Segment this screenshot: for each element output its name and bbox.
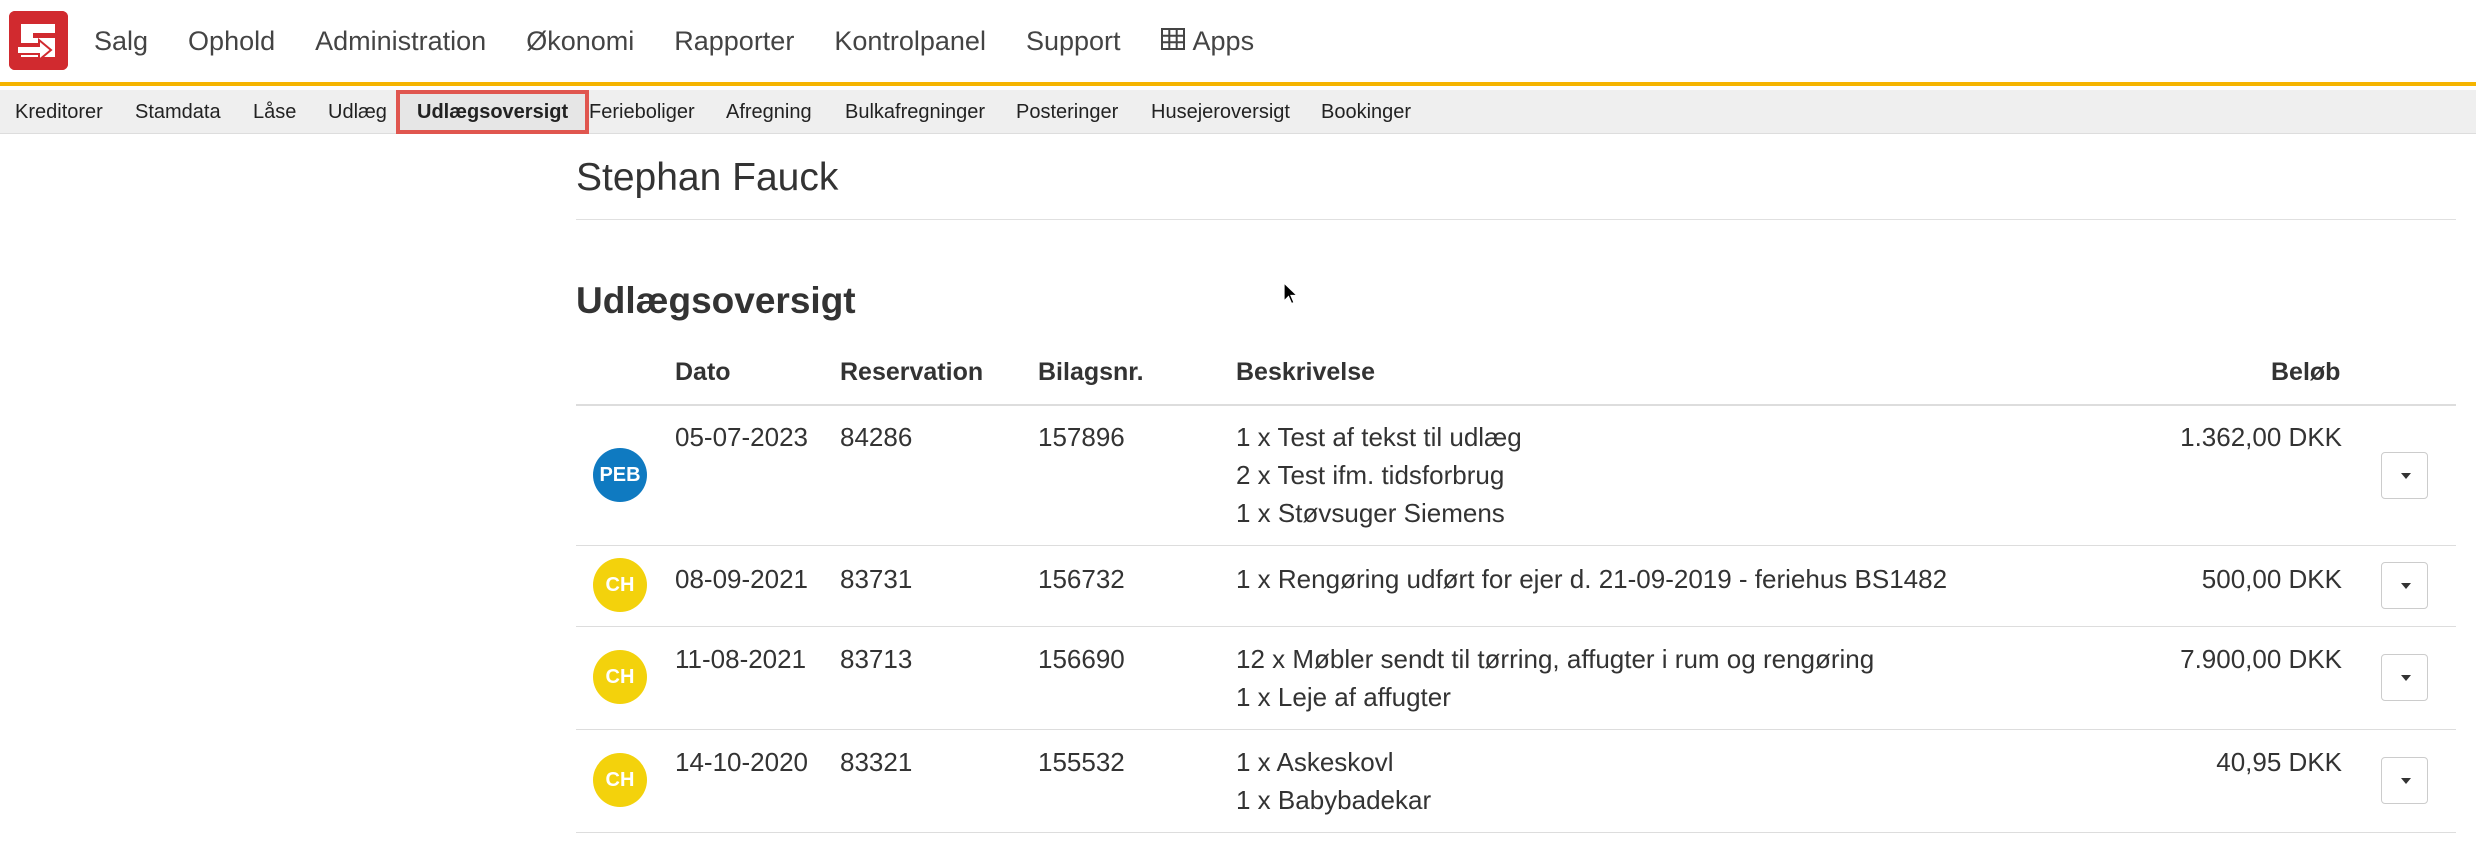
- cell-beskrivelse: 1 x Test af tekst til udlæg 2 x Test ifm…: [1236, 418, 1522, 532]
- cell-bilagsnr: 157896: [1038, 422, 1125, 452]
- cell-dato: 05-07-2023: [675, 422, 808, 452]
- description-line: 1 x Rengøring udført for ejer d. 21-09-2…: [1236, 564, 1948, 594]
- mouse-cursor-icon: [1283, 281, 1299, 311]
- column-header-beskrivelse: Beskrivelse: [1236, 358, 1376, 386]
- description-line: 12 x Møbler sendt til tørring, affugter …: [1236, 644, 1875, 674]
- subnav-item-udlaegsoversigt[interactable]: Udlægsoversigt: [396, 90, 590, 134]
- subnav-item-lase[interactable]: Låse: [253, 90, 296, 134]
- cell-dato: 08-09-2021: [675, 564, 808, 594]
- subnav-item-posteringer[interactable]: Posteringer: [1016, 90, 1118, 134]
- cell-reservation[interactable]: 84286: [840, 418, 912, 456]
- row-divider: [576, 832, 2456, 833]
- description-line: 1 x Støvsuger Siemens: [1236, 498, 1505, 528]
- menu-item-administration[interactable]: Administration: [315, 26, 486, 57]
- column-header-bilagsnr: Bilagsnr.: [1038, 358, 1144, 386]
- caret-down-icon: [2401, 583, 2411, 589]
- cell-beskrivelse: 1 x Rengøring udført for ejer d. 21-09-2…: [1236, 560, 1947, 598]
- table-header-divider: [576, 404, 2456, 406]
- menu-item-salg[interactable]: Salg: [94, 26, 148, 57]
- cell-reservation[interactable]: 83713: [840, 640, 912, 678]
- description-line: 1 x Askeskovl: [1236, 747, 1394, 777]
- subnav-item-ferieboliger[interactable]: Ferieboliger: [589, 90, 695, 134]
- avatar: CH: [593, 650, 647, 704]
- apps-label: Apps: [1192, 25, 1255, 56]
- cell-belob: 7.900,00 DKK: [2180, 644, 2342, 674]
- column-header-reservation: Reservation: [840, 358, 984, 386]
- row-divider: [576, 729, 2456, 730]
- menu-item-rapporter[interactable]: Rapporter: [674, 26, 794, 57]
- description-line: 1 x Leje af affugter: [1236, 682, 1451, 712]
- cell-beskrivelse: 1 x Askeskovl 1 x Babybadekar: [1236, 743, 1431, 819]
- cell-reservation[interactable]: 83731: [840, 560, 912, 598]
- main-menu: Salg Ophold Administration Økonomi Rappo…: [94, 0, 1294, 82]
- brand-logo[interactable]: [9, 11, 68, 70]
- caret-down-icon: [2401, 778, 2411, 784]
- menu-item-ophold[interactable]: Ophold: [188, 26, 275, 57]
- description-line: 1 x Babybadekar: [1236, 785, 1432, 815]
- grid-icon: [1160, 26, 1185, 57]
- subnav-item-afregning[interactable]: Afregning: [726, 90, 812, 134]
- avatar: CH: [593, 753, 647, 807]
- sub-navbar: Kreditorer Stamdata Låse Udlæg Udlægsove…: [0, 90, 2476, 134]
- avatar: PEB: [593, 448, 647, 502]
- cell-belob: 500,00 DKK: [2201, 564, 2342, 594]
- cell-bilagsnr: 156690: [1038, 644, 1125, 674]
- menu-item-apps[interactable]: Apps: [1160, 25, 1255, 57]
- subnav-item-stamdata[interactable]: Stamdata: [135, 90, 221, 134]
- row-actions-dropdown-button[interactable]: [2381, 654, 2428, 701]
- avatar: CH: [593, 558, 647, 612]
- cell-belob: 40,95 DKK: [2216, 747, 2342, 777]
- menu-item-support[interactable]: Support: [1026, 26, 1121, 57]
- description-line: 1 x Test af tekst til udlæg: [1236, 422, 1522, 452]
- cell-dato: 14-10-2020: [675, 747, 808, 777]
- top-navbar: Salg Ophold Administration Økonomi Rappo…: [0, 0, 2476, 86]
- owner-name: Stephan Fauck: [576, 156, 839, 199]
- menu-item-okonomi[interactable]: Økonomi: [526, 26, 634, 57]
- subnav-item-kreditorer[interactable]: Kreditorer: [15, 90, 103, 134]
- subnav-item-husejeroversigt[interactable]: Husejeroversigt: [1151, 90, 1290, 134]
- row-actions-dropdown-button[interactable]: [2381, 452, 2428, 499]
- column-header-belob: Beløb: [2271, 358, 2341, 386]
- menu-item-kontrolpanel[interactable]: Kontrolpanel: [834, 26, 986, 57]
- row-actions-dropdown-button[interactable]: [2381, 562, 2428, 609]
- cell-reservation[interactable]: 83321: [840, 743, 912, 781]
- page-title: Udlægsoversigt: [576, 280, 856, 321]
- logo-arrow-icon: [9, 11, 68, 70]
- caret-down-icon: [2401, 473, 2411, 479]
- cell-bilagsnr: 155532: [1038, 747, 1125, 777]
- subnav-item-bulkafregninger[interactable]: Bulkafregninger: [845, 90, 985, 134]
- caret-down-icon: [2401, 675, 2411, 681]
- row-divider: [576, 626, 2456, 627]
- row-actions-dropdown-button[interactable]: [2381, 757, 2428, 804]
- cell-belob: 1.362,00 DKK: [2180, 422, 2342, 452]
- subnav-item-udlaeg[interactable]: Udlæg: [328, 90, 387, 134]
- cell-bilagsnr: 156732: [1038, 564, 1125, 594]
- cell-dato: 11-08-2021: [675, 644, 807, 674]
- row-divider: [576, 545, 2456, 546]
- subnav-item-bookinger[interactable]: Bookinger: [1321, 90, 1411, 134]
- description-line: 2 x Test ifm. tidsforbrug: [1236, 460, 1505, 490]
- column-header-dato: Dato: [675, 358, 731, 386]
- cell-beskrivelse: 12 x Møbler sendt til tørring, affugter …: [1236, 640, 1874, 716]
- divider: [576, 219, 2456, 220]
